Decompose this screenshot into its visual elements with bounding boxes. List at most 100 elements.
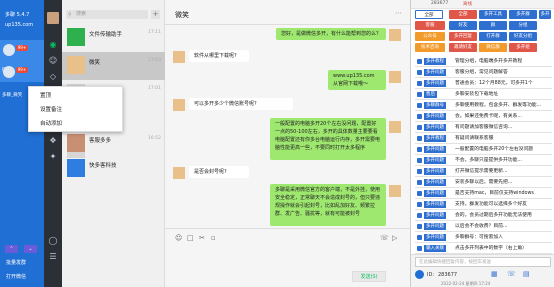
row-checkbox[interactable] <box>417 125 422 130</box>
reply-row[interactable]: 多开教程 管理分组，电脑端多开多开教程 <box>415 56 552 67</box>
category-chip[interactable]: 多开教程 <box>539 10 551 26</box>
reply-row[interactable]: 多开教程 有疑问请联系客服 <box>415 133 552 144</box>
add-button[interactable]: + <box>151 10 160 19</box>
row-checkbox[interactable] <box>417 147 422 152</box>
category-chip[interactable]: 多开组 <box>509 43 537 52</box>
reply-row[interactable]: 多开问题 有问题请加客服微信咨询... <box>415 122 552 133</box>
mini-program-icon[interactable]: ❖ <box>48 136 58 146</box>
reply-tag: 输入关联 <box>424 245 446 252</box>
chevron-down-icon[interactable]: ⌄ <box>24 245 37 253</box>
reply-row[interactable]: 多开问题 安装多聊以后，需要先把... <box>415 177 552 188</box>
menu-item-auto-add[interactable]: 自动添加 <box>40 119 62 127</box>
list-item[interactable]: 客服多多 16:52 <box>62 130 165 158</box>
row-checkbox[interactable] <box>417 136 422 141</box>
phone-icon[interactable]: ◯ <box>48 236 58 246</box>
category-chip[interactable]: 邀请好友 <box>449 43 477 52</box>
reply-row[interactable]: 多开问题 以后会不会收费？目前... <box>415 221 552 232</box>
reply-row[interactable]: 多开问题 打开微信提示需要更新... <box>415 166 552 177</box>
category-chip[interactable]: 多开工具 <box>479 10 507 19</box>
category-chip[interactable]: 微信群 <box>479 43 507 52</box>
category-chip[interactable]: 多开群 <box>509 10 537 19</box>
category-chip[interactable]: 公众号 <box>415 32 445 41</box>
list-item[interactable]: 微笑 17:03 <box>62 52 165 80</box>
row-checkbox[interactable] <box>417 191 422 196</box>
reply-row[interactable]: 多开问题 客服分组，常见问题解答 <box>415 67 552 78</box>
chevron-up-icon[interactable]: ⌃ <box>5 245 18 253</box>
row-checkbox[interactable] <box>417 202 422 207</box>
row-checkbox[interactable] <box>417 169 422 174</box>
list-item[interactable]: 文件传输助手 17:11 <box>62 24 165 52</box>
search-icon: ⚲ <box>68 12 72 18</box>
favorites-icon[interactable]: ◇ <box>48 72 58 82</box>
row-checkbox[interactable] <box>417 81 422 86</box>
menu-item-remark[interactable]: 设置备注 <box>40 105 62 113</box>
list-item[interactable]: 快多客科技 <box>62 155 165 183</box>
category-chip[interactable]: 分组 <box>509 21 537 30</box>
category-chip[interactable]: 客服 <box>415 21 445 30</box>
scissors-icon[interactable]: ✂ <box>199 234 205 242</box>
row-checkbox[interactable] <box>417 158 422 163</box>
category-chip[interactable]: 打开群 <box>479 32 507 41</box>
reply-row[interactable]: 售后 多聊安装包下载地址 <box>415 89 552 100</box>
category-chip[interactable]: 群 <box>479 21 507 30</box>
category-chip[interactable]: 多开回复 <box>449 32 477 41</box>
category-chip[interactable]: 全部 <box>449 10 477 19</box>
category-chip[interactable]: 好友 <box>449 21 477 30</box>
category-chip[interactable]: 技术咨询 <box>415 43 445 52</box>
reply-row[interactable]: 多开问题 会的。会员过期后多开功能无法使用 <box>415 210 552 221</box>
reply-row[interactable]: 多开问题 是否支持mac，目前仅支持windows <box>415 188 552 199</box>
row-checkbox[interactable] <box>417 180 422 185</box>
row-checkbox[interactable] <box>417 114 422 119</box>
reply-text: 多聊群号：可搜索加入 <box>455 235 503 240</box>
menu-icon[interactable]: ☰ <box>48 252 58 262</box>
row-checkbox[interactable] <box>417 103 422 108</box>
user-avatar[interactable] <box>47 12 59 24</box>
discover-icon[interactable]: ✦ <box>48 152 58 162</box>
contact-avatar <box>67 56 85 74</box>
group-select[interactable]: 全部 <box>415 10 443 19</box>
unread-badge: 99+ <box>16 45 28 51</box>
reply-row[interactable]: 多开问题 不会。多聊只是提供多开功能... <box>415 155 552 166</box>
reply-row[interactable]: 多开问题 一般配置的电脑多开20个左右没问题 <box>415 144 552 155</box>
reply-assistant-panel: 283677 离线 全部 全部 多开工具 多开群 多开教程 客服 好友 群 分组… <box>410 0 554 287</box>
search-input[interactable]: 搜索 <box>66 10 148 19</box>
reply-row[interactable]: 多开问题 多聊群号：可搜索加入 <box>415 232 552 243</box>
row-checkbox[interactable] <box>417 235 422 240</box>
reply-row[interactable]: 多开问题 支持。群发功能可以选择多个好友 <box>415 199 552 210</box>
account-sidebar: 多聊 5.4.7 up135.com 99+ 微笑 99+ 多聊_微笑 ⌃ ⌄ … <box>0 0 44 287</box>
assistant-footer: 在此编辑快捷回复内容，按回车发送 ID: 283677 ▦ ☏ ▤ 2022-0… <box>411 254 554 287</box>
phone-icon[interactable]: ☏ <box>507 270 516 278</box>
chat-history-icon[interactable]: ▫ <box>211 234 216 242</box>
app-version: 多聊 5.4.7 <box>5 12 30 18</box>
chart-icon[interactable]: ▤ <box>523 270 530 278</box>
folder-icon[interactable]: □ <box>187 234 194 242</box>
quick-reply-input[interactable]: 在此编辑快捷回复内容，按回车发送 <box>415 257 551 267</box>
row-checkbox[interactable] <box>417 246 422 251</box>
row-checkbox[interactable] <box>417 70 422 75</box>
category-chip[interactable]: 好友分组 <box>509 32 537 41</box>
reply-row[interactable]: 输入关联 点击多开列表中的数字（右上角） <box>415 243 552 254</box>
send-button[interactable]: 发送(S) <box>352 271 386 282</box>
emoji-icon[interactable]: ☺ <box>175 234 182 242</box>
row-checkbox[interactable] <box>417 92 422 97</box>
chat-divider <box>165 24 410 25</box>
menu-item-pin[interactable]: 置顶 <box>40 91 51 99</box>
contacts-icon[interactable]: ☺ <box>48 56 58 66</box>
reply-row[interactable]: 多开问题 会。如果还免费卡呢，有关系... <box>415 111 552 122</box>
contact-avatar <box>67 134 85 152</box>
reply-row[interactable]: 多聊群号 多聊使用教程，包含多开、群发等功能... <box>415 100 552 111</box>
chat-icon[interactable]: ◉ <box>48 40 58 50</box>
video-icon[interactable]: ▷ <box>392 234 397 242</box>
open-wechat-button[interactable]: 打开微信 <box>6 273 26 280</box>
row-checkbox[interactable] <box>417 213 422 218</box>
row-checkbox[interactable] <box>417 59 422 64</box>
more-icon[interactable]: ⋯ <box>395 9 402 17</box>
status-label: 离线 <box>463 2 472 7</box>
document-icon[interactable]: ▦ <box>491 270 498 278</box>
reply-row[interactable]: 多开问题 普通会员：12个月88元，可多开1个 <box>415 78 552 89</box>
message-input-area[interactable]: ☺ □ ✂ ▫ ☏ ▷ 发送(S) <box>165 228 410 287</box>
reply-text: 打开微信提示需要更新... <box>455 169 508 174</box>
bulk-group-send-button[interactable]: 批量发群 <box>6 259 26 266</box>
call-icon[interactable]: ☏ <box>380 234 389 242</box>
row-checkbox[interactable] <box>417 224 422 229</box>
